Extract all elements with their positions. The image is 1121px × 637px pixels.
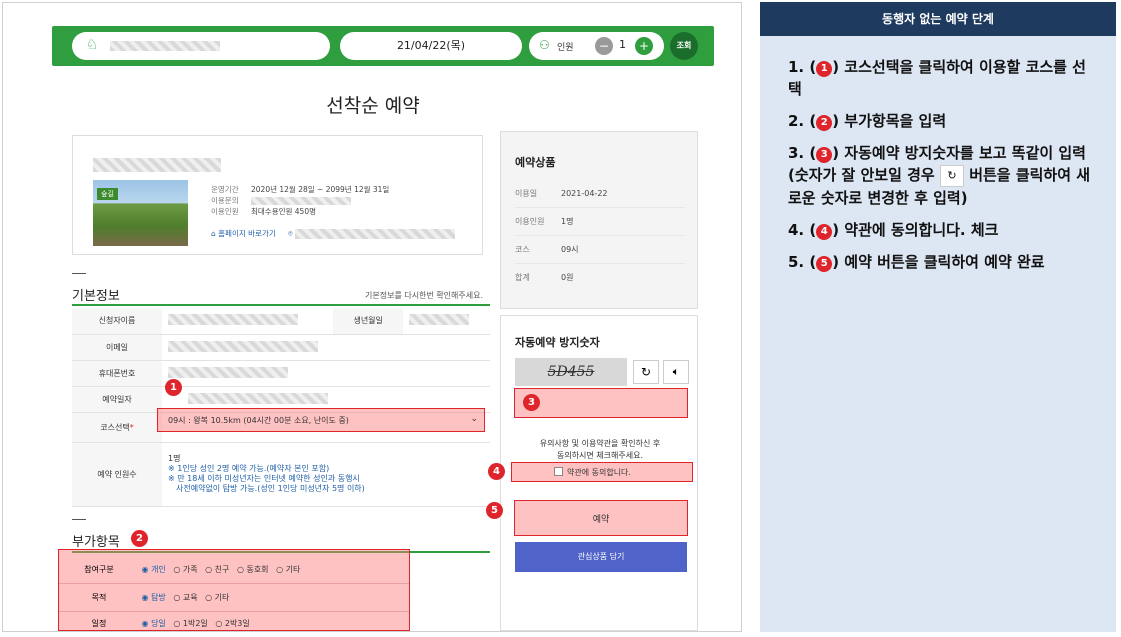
- extra-row-purpose: 목적 ◉ 탐방 ○ 교육 ○ 기타: [59, 584, 409, 612]
- step-badge-3: 3: [523, 394, 540, 411]
- radio-education[interactable]: ○ 교육: [173, 593, 197, 602]
- date-field[interactable]: 21/04/22(목): [340, 32, 522, 60]
- radio-2nights[interactable]: ○ 2박3일: [215, 619, 249, 628]
- location-field[interactable]: ♘: [72, 32, 330, 60]
- instruction-panel: 동행자 없는 예약 단계 1. (1) 코스선택을 클릭하여 이용할 코스를 선…: [760, 2, 1116, 632]
- date-label: 예약일자: [72, 386, 162, 413]
- extra-row-type: 참여구분 ◉ 개인 ○ 가족 ○ 친구 ○ 동호회 ○ 기타: [59, 556, 409, 584]
- step-2: 2. (2) 부가항목을 입력: [788, 112, 947, 131]
- step-badge-5: 5: [486, 502, 503, 519]
- audio-button[interactable]: 🔈︎: [663, 360, 689, 384]
- search-button[interactable]: 조회: [670, 32, 698, 60]
- radio-friend[interactable]: ○ 친구: [205, 565, 229, 574]
- radio-family[interactable]: ○ 가족: [173, 565, 197, 574]
- basic-info-title: 기본정보: [72, 273, 120, 304]
- email-value: [162, 334, 490, 361]
- phone-value: [162, 360, 490, 387]
- homepage-link[interactable]: ⌂ 홈페이지 바로가기 ⌾: [211, 228, 456, 239]
- step-badge-4: 4: [488, 463, 505, 480]
- step-badge-2: 2: [131, 530, 148, 547]
- headcount-label: 예약 인원수: [72, 442, 162, 507]
- people-icon: ⚇: [539, 38, 550, 52]
- agree-checkbox[interactable]: 약관에 동의합니다.: [511, 462, 693, 482]
- step-badge-1: 1: [165, 379, 182, 396]
- panel-title: 동행자 없는 예약 단계: [760, 2, 1116, 36]
- basic-info-note: 기본정보를 다시한번 확인해주세요.: [365, 291, 484, 300]
- wishlist-button[interactable]: 관심상품 담기: [515, 542, 687, 572]
- home-icon: ⌂: [211, 229, 216, 238]
- info-row-capacity: 이용인원 최대수용인원 450명: [211, 207, 316, 216]
- summary-row-date: 이용일 2021-04-22: [515, 180, 685, 208]
- radio-purpose-other[interactable]: ○ 기타: [205, 593, 229, 602]
- reservation-summary: 예약상품 이용일 2021-04-22 이용인원 1명 코스 09시 합계 0원: [500, 131, 698, 309]
- product-info: 운영기간 2020년 12월 28일 ~ 2099년 12월 31일 이용문의 이…: [211, 184, 389, 217]
- birth-value: [403, 308, 490, 335]
- course-select[interactable]: 09시 : 왕복 10.5km (04시간 00분 소요, 난이도 중) ⌄: [157, 408, 485, 432]
- radio-club[interactable]: ○ 동호회: [237, 565, 269, 574]
- summary-row-course: 코스 09시: [515, 236, 685, 264]
- refresh-button[interactable]: ↻: [633, 360, 659, 384]
- location-pin-icon: ⌾: [288, 229, 293, 238]
- radio-individual[interactable]: ◉ 개인: [142, 565, 166, 574]
- email-label: 이메일: [72, 334, 162, 361]
- notice-text: 유의사항 및 이용약관을 확인하신 후 동의하시면 체크해주세요.: [539, 439, 661, 460]
- summary-row-total: 합계 0원: [515, 273, 574, 282]
- minus-button[interactable]: −: [595, 37, 613, 55]
- people-field: ⚇ 인원 − 1 +: [529, 32, 664, 60]
- people-label: 인원: [557, 43, 574, 53]
- hiker-icon: ♘: [86, 37, 99, 53]
- captcha-image: 5D455: [515, 358, 627, 386]
- captcha-input[interactable]: [514, 388, 688, 418]
- phone-label: 휴대폰번호: [72, 360, 162, 387]
- people-count: 1: [619, 38, 626, 51]
- extra-row-schedule: 일정 ◉ 당일 ○ 1박2일 ○ 2박3일: [91, 619, 250, 628]
- page-title: 선착순 예약: [326, 95, 420, 117]
- reservation-page: ♘ 21/04/22(목) ⚇ 인원 − 1 + 조회 선착순 예약 숲길 운영…: [2, 2, 742, 632]
- course-label: 코스선택*: [72, 412, 162, 443]
- headcount-info: 1명 ※ 1인당 성인 2명 예약 가능.(예약자 본인 포함) ※ 만 18세…: [162, 442, 490, 507]
- extra-items-title: 부가항목: [72, 519, 120, 550]
- radio-other[interactable]: ○ 기타: [276, 565, 300, 574]
- radio-1night[interactable]: ○ 1박2일: [173, 619, 207, 628]
- checkbox-icon: [554, 467, 563, 476]
- section-divider: [72, 304, 490, 306]
- location-blurred: [110, 41, 220, 51]
- name-label: 신청자이름: [72, 308, 162, 335]
- summary-title: 예약상품: [515, 156, 556, 169]
- step-5: 5. (5) 예약 버튼을 클릭하여 예약 완료: [788, 252, 1045, 272]
- extra-items-table: 참여구분 ◉ 개인 ○ 가족 ○ 친구 ○ 동호회 ○ 기타 목적 ◉ 탐방 ○…: [58, 549, 410, 631]
- radio-hiking[interactable]: ◉ 탐방: [142, 593, 166, 602]
- info-row-period: 운영기간 2020년 12월 28일 ~ 2099년 12월 31일: [211, 185, 390, 194]
- product-name-blurred: [93, 158, 221, 172]
- step-4: 4. (4) 약관에 동의합니다. 체크: [788, 220, 999, 240]
- info-row-contact: 이용문의: [211, 195, 389, 206]
- captcha-title: 자동예약 방지숫자: [515, 336, 600, 349]
- product-tag: 숲길: [97, 188, 118, 200]
- name-value: [162, 308, 334, 335]
- birth-label: 생년월일: [333, 308, 404, 335]
- summary-row-people: 이용인원 1명: [515, 208, 685, 236]
- search-bar: ♘ 21/04/22(목) ⚇ 인원 − 1 + 조회: [52, 26, 714, 66]
- step-3: 3. (3) 자동예약 방지숫자를 보고 똑같이 입력 (숫자가 잘 안보일 경…: [788, 144, 1091, 207]
- chevron-down-icon: ⌄: [470, 414, 478, 424]
- product-thumbnail: 숲길: [93, 180, 188, 246]
- refresh-icon: ↻: [939, 164, 964, 187]
- product-card: 숲길 운영기간 2020년 12월 28일 ~ 2099년 12월 31일 이용문…: [72, 135, 483, 255]
- reserve-button[interactable]: 예약: [514, 500, 688, 536]
- step-1: 1. (1) 코스선택을 클릭하여 이용할 코스를 선택: [788, 58, 1086, 98]
- steps-list: 1. (1) 코스선택을 클릭하여 이용할 코스를 선택 2. (2) 부가항목…: [760, 36, 1116, 273]
- radio-day-trip[interactable]: ◉ 당일: [142, 619, 166, 628]
- plus-button[interactable]: +: [635, 37, 653, 55]
